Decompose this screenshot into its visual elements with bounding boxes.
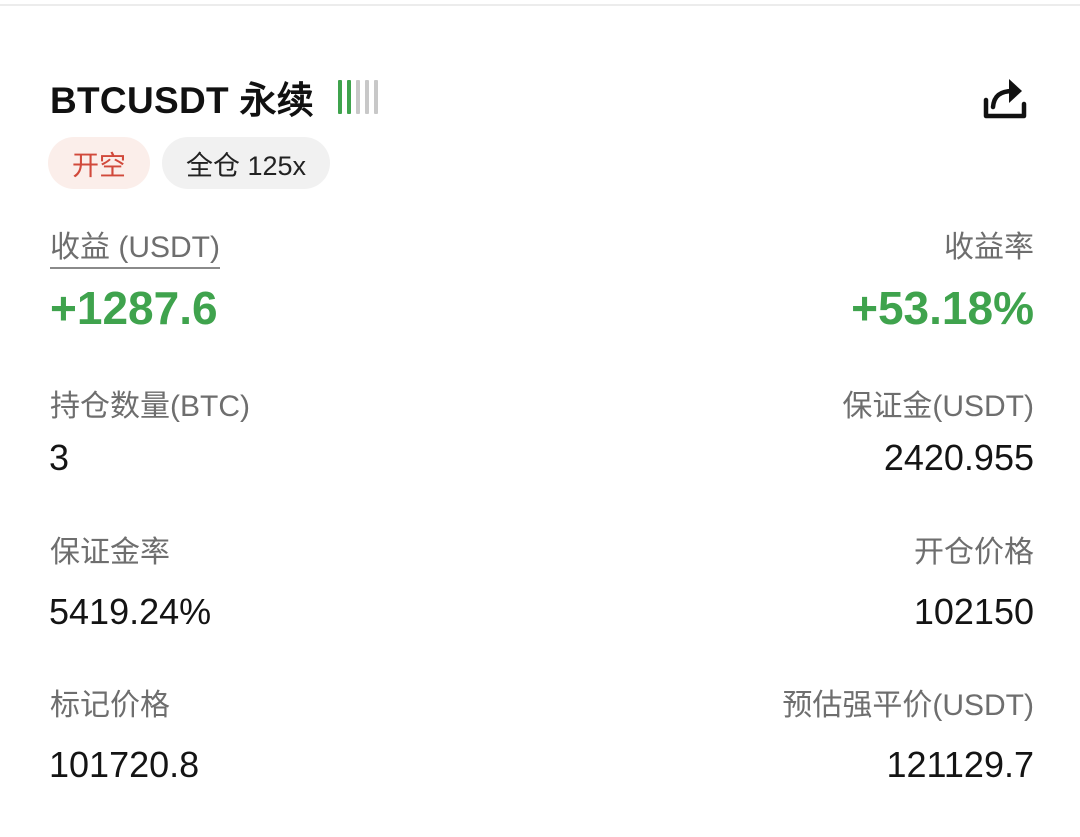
symbol-title[interactable]: BTCUSDT 永续	[50, 70, 314, 124]
mark-price-value: 101720.8	[49, 744, 200, 785]
share-button[interactable]	[982, 74, 1028, 120]
margin-mode-badge[interactable]: 全仓 125x	[162, 137, 331, 189]
roi-value: +53.18%	[851, 282, 1034, 334]
entry-price-label: 开仓价格	[914, 536, 1034, 569]
position-size-value: 3	[49, 437, 70, 478]
share-icon	[983, 79, 1027, 119]
liquidity-bar	[365, 80, 370, 114]
mark-price-label: 标记价格	[50, 689, 170, 722]
entry-price-value: 102150	[913, 591, 1034, 632]
liq-price-label: 预估强平价(USDT)	[782, 689, 1034, 722]
pnl-value: +1287.6	[50, 282, 218, 334]
position-tags: 开空 全仓 125x	[48, 137, 331, 189]
liquidity-bar	[347, 80, 352, 114]
position-header: BTCUSDT 永续	[50, 74, 379, 121]
liquidity-bar	[356, 80, 361, 114]
liq-price-value: 121129.7	[886, 744, 1034, 785]
margin-value: 2420.955	[883, 437, 1034, 478]
liquidity-bar	[338, 80, 343, 114]
liquidity-bar	[374, 80, 379, 114]
margin-ratio-value: 5419.24%	[49, 591, 212, 632]
direction-badge: 开空	[48, 137, 150, 189]
position-size-label: 持仓数量(BTC)	[50, 390, 250, 423]
liquidity-bars-icon	[338, 79, 379, 115]
margin-ratio-label: 保证金率	[50, 536, 170, 569]
top-divider	[0, 4, 1080, 6]
position-card: BTCUSDT 永续 开空 全仓 125x 收益 (USDT) +1287.6 …	[0, 0, 1080, 837]
margin-label: 保证金(USDT)	[842, 390, 1034, 423]
roi-label: 收益率	[944, 231, 1034, 264]
pnl-label[interactable]: 收益 (USDT)	[50, 233, 220, 269]
